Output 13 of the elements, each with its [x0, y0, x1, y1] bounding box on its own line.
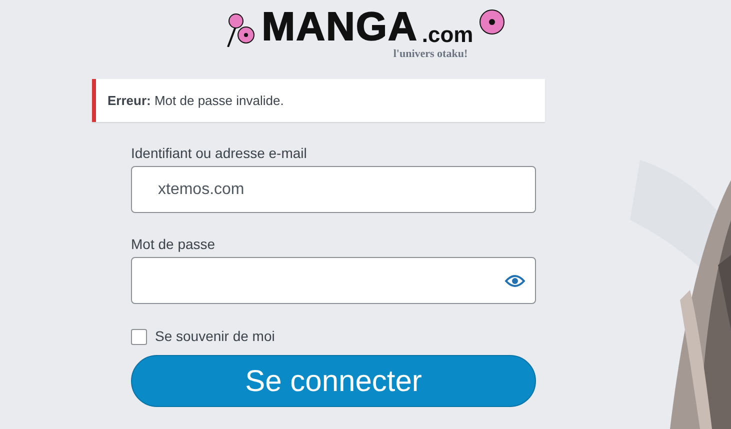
checkbox-label: Se souvenir de moi [155, 327, 275, 346]
username-field[interactable]: xtemos.com [131, 166, 536, 213]
checkbox[interactable] [131, 328, 147, 344]
error-message: Erreur: Mot de passe invalide. [108, 92, 284, 110]
logo-suffix: .com [422, 23, 474, 47]
logo-text: MANGA [262, 7, 418, 47]
logo-tagline: l'univers otaku! [393, 48, 468, 60]
password-field[interactable] [131, 257, 536, 304]
login-button[interactable]: Se connecter [131, 355, 536, 407]
flower-icon [477, 7, 508, 37]
field-label: Mot de passe [131, 235, 216, 253]
eye-icon[interactable] [505, 274, 525, 288]
field-label: Identifiant ou adresse e-mail [131, 144, 308, 162]
